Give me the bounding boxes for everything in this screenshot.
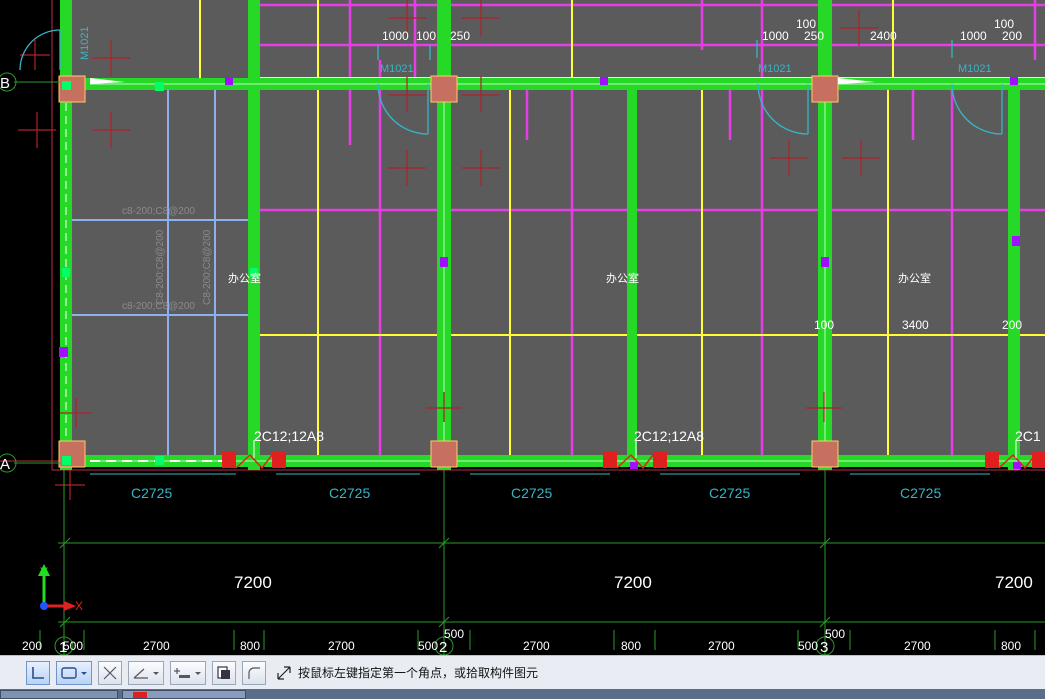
axis-label-2: 2 [439,639,447,655]
detail-dim-c: 2700 [143,639,170,653]
bay-dim-1: 7200 [234,573,272,592]
door-dim-1: 1000 [382,29,409,43]
angle-icon [133,668,159,679]
door-dim-5: 1000 [762,29,789,43]
window-tag-2: C2725 [329,485,370,501]
taskbar-item-2[interactable] [122,690,246,699]
bay-dim-2: 7200 [614,573,652,592]
detail-dim-b: 500 [63,639,83,653]
beam-tag-1: 2C12;12A8 [254,428,324,444]
drawing-canvas[interactable]: 1000 100 250 100 1000 250 2400 100 1000 … [0,0,1045,656]
door-dim-7: 2400 [870,29,897,43]
inner-dim-c: 200 [1002,318,1022,332]
taskbar [0,689,1045,699]
slab-rebar-vert-left: C8-200;C8@200 [155,229,166,305]
ortho-button[interactable] [26,660,50,685]
bay-dims: 7200 7200 7200 [234,573,1033,592]
axis-label-b: B [0,75,10,92]
window-tag-1: C2725 [131,485,172,501]
taskbar-item-1[interactable] [0,690,118,699]
detail-dim-g: 500 [444,627,464,641]
ucs-icon: Y X [38,564,83,613]
slab-rebar-vert-right: C8-200;C8@200 [202,229,213,305]
rect-select-icon [61,666,87,679]
app-icon [133,692,147,698]
slab-rebar-top: c8-200;C8@200 [122,206,195,217]
command-toolbar: 按鼠标左键指定第一个角点，或拾取构件图元 [0,655,1045,689]
point-add-icon [174,667,201,678]
door-tag-1: M1021 [380,63,414,75]
room-label-1: 办公室 [228,271,261,285]
copy-layer-icon [217,665,230,679]
cross-button[interactable] [98,660,122,685]
window-tags: C2725 C2725 C2725 C2725 C2725 [131,485,941,501]
detail-dim-l: 500 [825,627,845,641]
beam-tag-3: 2C1 [1015,428,1041,444]
detail-dims: 200 500 2700 800 2700 500 500 2700 800 2… [22,627,1021,653]
window-tag-3: C2725 [511,485,552,501]
copy-layer-button[interactable] [212,660,236,685]
cross-icon [103,666,117,679]
door-dim-6: 250 [804,29,824,43]
ucs-x-label: X [75,599,83,613]
arc-draw-button[interactable] [242,660,266,685]
door-dim-9: 1000 [960,29,987,43]
beam-tag-2: 2C12;12A8 [634,428,704,444]
door-tag-2: M1021 [758,63,792,75]
bay-dim-3: 7200 [995,573,1033,592]
window-tag-5: C2725 [900,485,941,501]
detail-dim-n: 800 [1001,639,1021,653]
room-label-2: 办公室 [606,271,639,285]
door-dim-3: 250 [450,29,470,43]
inner-dim-b: 3400 [902,318,929,332]
room-label-3: 办公室 [898,271,931,285]
detail-dim-d: 800 [240,639,260,653]
door-dim-2: 100 [416,29,436,43]
inner-dim-a: 100 [814,318,834,332]
resize-arrow-icon [277,665,291,680]
command-prompt: 按鼠标左键指定第一个角点，或拾取构件图元 [276,664,538,681]
arc-draw-icon [248,666,260,679]
angle-button[interactable] [128,660,164,685]
detail-dim-j: 2700 [708,639,735,653]
point-add-button[interactable] [170,660,206,685]
detail-dim-h: 2700 [523,639,550,653]
door-dim-10: 200 [1002,29,1022,43]
axis-label-3: 3 [820,639,828,655]
detail-dim-i: 800 [621,639,641,653]
rect-select-button[interactable] [56,660,92,685]
axis-label-a: A [0,456,10,473]
door-tag-side: M1021 [79,26,91,60]
ortho-icon [32,666,44,679]
detail-dim-a: 200 [22,639,42,653]
detail-dim-m: 2700 [904,639,931,653]
detail-dim-f: 500 [418,639,438,653]
window-tag-4: C2725 [709,485,750,501]
floor-plan[interactable]: 1000 100 250 100 1000 250 2400 100 1000 … [0,0,1045,656]
ucs-y-label: Y [40,565,48,579]
door-tag-3: M1021 [958,63,992,75]
detail-dim-k: 500 [798,639,818,653]
command-prompt-text: 按鼠标左键指定第一个角点，或拾取构件图元 [298,666,539,680]
detail-dim-e: 2700 [328,639,355,653]
